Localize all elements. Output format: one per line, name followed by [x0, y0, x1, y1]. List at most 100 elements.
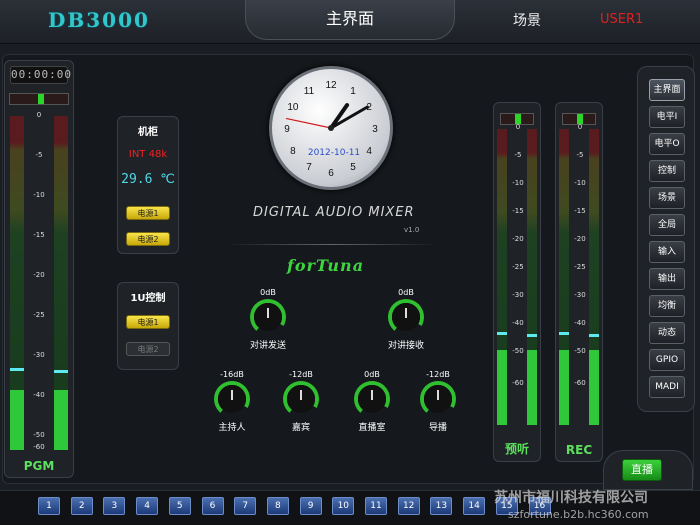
- scale-tick: -30: [574, 291, 586, 299]
- knob-value: -12dB: [426, 370, 450, 379]
- scale-tick: -30: [512, 291, 524, 299]
- page-button-5[interactable]: 5: [168, 497, 191, 515]
- scale-tick: 0: [577, 123, 583, 131]
- app-logo: DB3000: [48, 8, 150, 32]
- tab-scene[interactable]: 场景: [513, 10, 541, 30]
- knob-value: -12dB: [289, 370, 313, 379]
- control-1u-title: 1U控制: [130, 293, 166, 304]
- page-button-11[interactable]: 11: [365, 497, 387, 515]
- knob-label: 导播: [428, 423, 447, 433]
- pgm-fill-right: [54, 390, 68, 450]
- preview-label: 预听: [504, 442, 529, 456]
- clock-number: 7: [306, 162, 312, 173]
- rec-peak-left: [559, 332, 569, 335]
- page-button-2[interactable]: 2: [70, 497, 93, 515]
- nav-item-5[interactable]: 全局: [649, 214, 685, 236]
- version: v1.0: [404, 226, 420, 234]
- nav-item-3[interactable]: 控制: [649, 160, 685, 182]
- nav-item-1[interactable]: 电平I: [649, 106, 685, 128]
- cabinet-power2-button[interactable]: 电源2: [126, 232, 170, 246]
- nav-item-6[interactable]: 输入: [649, 241, 685, 263]
- temperature: 29.6 ℃: [121, 172, 175, 187]
- nav-item-0[interactable]: 主界面: [649, 79, 685, 101]
- volume-knob-icon[interactable]: [283, 381, 319, 417]
- scale-tick: -40: [574, 319, 586, 327]
- scale-tick: -15: [574, 207, 586, 215]
- knob-talkback-send[interactable]: 0dB 对讲发送: [236, 288, 300, 351]
- preview-peak-left: [497, 332, 507, 335]
- cabinet-power1-button[interactable]: 电源1: [126, 206, 170, 220]
- knob-value: 0dB: [364, 370, 380, 379]
- cabinet-panel: 机柜 INT 48k 29.6 ℃ 电源1 电源2: [117, 116, 179, 254]
- page-button-10[interactable]: 10: [332, 497, 355, 515]
- scale-tick: -25: [512, 263, 524, 271]
- knob-director[interactable]: -12dB 导播: [406, 370, 470, 433]
- nav-item-8[interactable]: 均衡: [649, 295, 685, 317]
- scale-tick: 0: [36, 111, 42, 119]
- scale-tick: -60: [512, 378, 524, 387]
- page-button-3[interactable]: 3: [103, 497, 126, 515]
- watermark-company: 苏州市福川科技有限公司: [494, 490, 648, 506]
- clock-number: 9: [284, 124, 290, 135]
- scale-tick: -20: [574, 235, 586, 243]
- knob-label: 对讲接收: [387, 341, 424, 351]
- volume-knob-icon[interactable]: [214, 381, 250, 417]
- scale-tick: -5: [514, 151, 522, 159]
- scale-tick: -50: [33, 431, 45, 439]
- scale-tick: -5: [35, 151, 43, 159]
- timecode: 00:00:00: [10, 66, 71, 84]
- clock-number: 12: [325, 80, 337, 91]
- rec-meter: 0 -5 -10 -15 -20 -25 -30 -40 -50 -60 REC: [555, 102, 603, 462]
- pgm-peak-left: [10, 368, 24, 371]
- knob-host[interactable]: -16dB 主持人: [200, 370, 264, 433]
- rec-peak-right: [589, 334, 599, 337]
- page-button-4[interactable]: 4: [136, 497, 159, 515]
- scale-tick: 0: [515, 123, 521, 131]
- top-bar: DB3000 主界面 场景 USER1: [0, 0, 700, 44]
- knob-guest[interactable]: -12dB 嘉宾: [269, 370, 333, 433]
- clock-date: 2012-10-11: [307, 148, 361, 158]
- control-power1-button[interactable]: 电源1: [126, 315, 170, 329]
- nav-item-9[interactable]: 动态: [649, 322, 685, 344]
- page-button-6[interactable]: 6: [201, 497, 224, 515]
- clock-number: 4: [366, 146, 372, 157]
- clock-number: 6: [328, 168, 334, 179]
- scale-tick: -40: [33, 391, 45, 399]
- page-button-8[interactable]: 8: [266, 497, 289, 515]
- page-button-13[interactable]: 13: [430, 497, 453, 515]
- pgm-fill-left: [10, 390, 24, 450]
- nav-item-2[interactable]: 电平O: [649, 133, 685, 155]
- volume-knob-icon[interactable]: [388, 299, 424, 335]
- nav-item-7[interactable]: 输出: [649, 268, 685, 290]
- rec-label: REC: [565, 443, 593, 457]
- volume-knob-icon[interactable]: [354, 381, 390, 417]
- control-power2-button[interactable]: 电源2: [126, 342, 170, 356]
- clock-number: 11: [304, 86, 315, 97]
- page-button-12[interactable]: 12: [397, 497, 420, 515]
- volume-knob-icon[interactable]: [420, 381, 456, 417]
- clock-number: 1: [350, 86, 356, 97]
- nav-item-11[interactable]: MADI: [649, 376, 685, 398]
- nav-item-10[interactable]: GPIO: [649, 349, 685, 371]
- live-panel: 直播: [603, 450, 693, 490]
- preview-fill-right: [527, 350, 537, 425]
- page-button-14[interactable]: 14: [463, 497, 486, 515]
- volume-knob-icon[interactable]: [250, 299, 286, 335]
- scale-tick: -30: [33, 351, 45, 359]
- knob-talkback-receive[interactable]: 0dB 对讲接收: [374, 288, 438, 351]
- divider: [226, 244, 438, 245]
- sample-rate: INT 48k: [128, 149, 168, 160]
- live-button[interactable]: 直播: [622, 459, 662, 481]
- scale-tick: -5: [576, 151, 584, 159]
- knob-value: 0dB: [260, 288, 276, 297]
- knob-label: 直播室: [358, 423, 386, 433]
- knob-studio[interactable]: 0dB 直播室: [340, 370, 404, 433]
- page-button-7[interactable]: 7: [234, 497, 257, 515]
- page-button-1[interactable]: 1: [38, 497, 60, 515]
- user-label: USER1: [600, 12, 644, 27]
- side-nav: 主界面电平I 电平O 控制场景全局输入输出均衡动态 GPIO MADI: [637, 66, 695, 412]
- scale-tick: -60: [33, 443, 45, 451]
- tab-main[interactable]: 主界面: [245, 0, 455, 40]
- page-button-9[interactable]: 9: [299, 497, 322, 515]
- nav-item-4[interactable]: 场景: [649, 187, 685, 209]
